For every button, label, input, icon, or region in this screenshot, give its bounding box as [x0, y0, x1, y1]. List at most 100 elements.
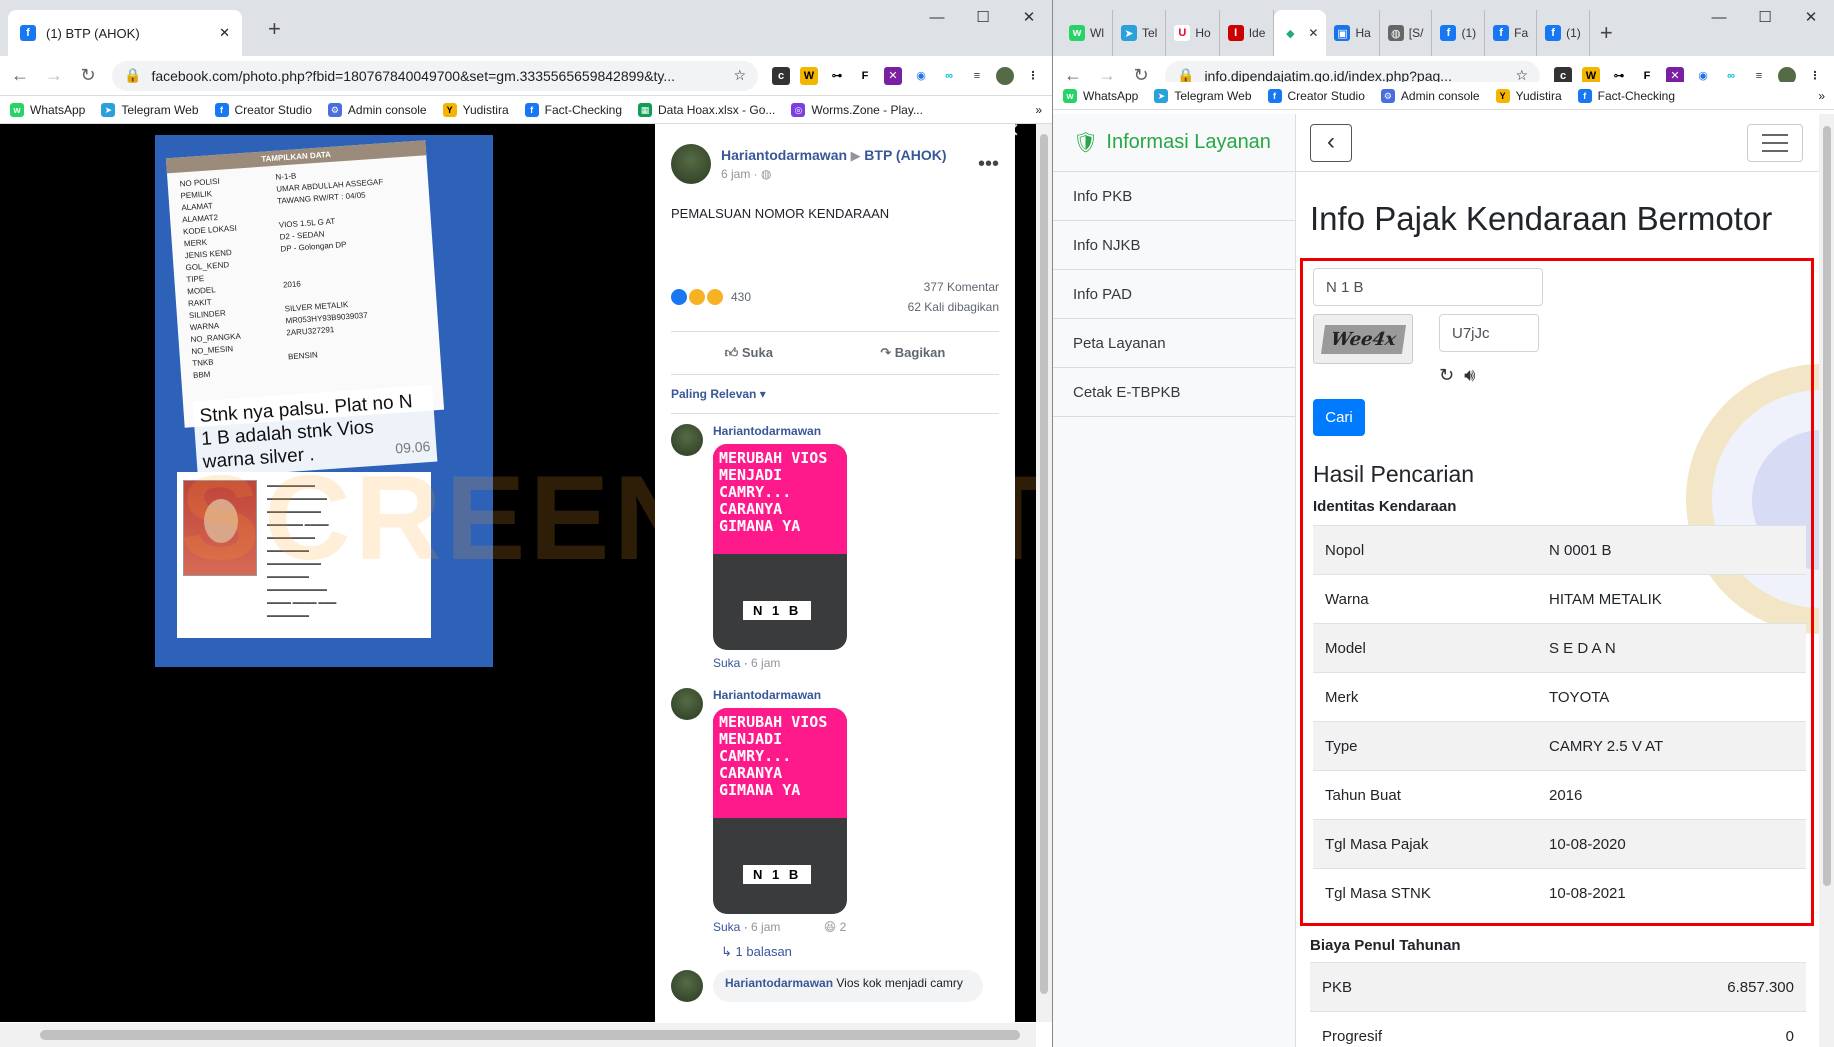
- sidebar-item-info-njkb[interactable]: Info NJKB: [1053, 221, 1295, 270]
- forward-icon[interactable]: →: [44, 65, 64, 86]
- commenter-avatar[interactable]: [671, 424, 703, 456]
- shared-photo[interactable]: TAMPILKAN DATA NO POLISI N-1-B PEMILIK UMAR…: [155, 135, 493, 667]
- sidebar-item-cetak-e-tbpkb[interactable]: Cetak E-TBPKB: [1053, 368, 1295, 417]
- tab[interactable]: w Wl: [1061, 10, 1113, 56]
- bookmark-creator-studio[interactable]: f Creator Studio: [1267, 88, 1365, 103]
- author-avatar[interactable]: [671, 144, 711, 184]
- tab[interactable]: ◍ [S/: [1380, 10, 1433, 56]
- reactions[interactable]: 430: [671, 277, 751, 317]
- bookmark-creator-studio[interactable]: f Creator Studio: [214, 102, 312, 117]
- tab[interactable]: f Fa: [1485, 10, 1538, 56]
- star-icon[interactable]: ☆: [733, 67, 746, 84]
- comment-count[interactable]: 377 Komentar: [908, 277, 999, 297]
- captcha-input[interactable]: U7jJc: [1439, 314, 1539, 352]
- more-bookmarks-icon[interactable]: »: [1818, 89, 1825, 103]
- sidebar-item-peta-layanan[interactable]: Peta Layanan: [1053, 319, 1295, 368]
- post-time[interactable]: 6 jam: [721, 167, 750, 181]
- extension-icon[interactable]: c: [772, 66, 790, 85]
- facebook-icon: f: [524, 102, 539, 117]
- bookmark-fact-checking[interactable]: f Fact-Checking: [1577, 88, 1675, 103]
- extension-icon[interactable]: ✕: [884, 66, 902, 85]
- like-button[interactable]: 👍︎ Suka: [725, 345, 773, 361]
- comment-sort-dropdown[interactable]: Paling Relevan ▾: [671, 387, 999, 414]
- comment-time[interactable]: 6 jam: [751, 656, 780, 670]
- tab[interactable]: U Ho: [1166, 10, 1220, 56]
- refresh-icon[interactable]: ↻: [1439, 365, 1454, 386]
- extension-icon[interactable]: ∞: [940, 66, 958, 85]
- menu-toggle-button[interactable]: [1747, 124, 1803, 162]
- new-tab-icon[interactable]: +: [268, 16, 281, 42]
- nopol-input[interactable]: N 1 B: [1313, 268, 1543, 306]
- post-group[interactable]: BTP (AHOK): [864, 147, 946, 163]
- close-tab-icon[interactable]: ✕: [219, 25, 230, 41]
- bookmark-telegram[interactable]: ➤ Telegram Web: [101, 102, 199, 117]
- extension-icon[interactable]: ◉: [912, 66, 930, 85]
- search-button[interactable]: Cari: [1313, 399, 1365, 436]
- bookmark-admin-console[interactable]: ⚙ Admin console: [327, 102, 427, 117]
- close-window-icon[interactable]: ✕: [1788, 8, 1834, 28]
- maximize-icon[interactable]: ☐: [960, 8, 1006, 28]
- bookmark-yudistira[interactable]: Y Yudistira: [1495, 88, 1562, 103]
- commenter-avatar[interactable]: [671, 970, 703, 1002]
- comment-like-link[interactable]: Suka: [713, 920, 740, 934]
- audio-speaker-icon[interactable]: 🔊︎: [1464, 365, 1475, 386]
- tab[interactable]: ➤ Tel: [1113, 10, 1167, 56]
- comment-meme-image[interactable]: MERUBAH VIOS MENJADI CAMRY... CARANYA GI…: [713, 444, 847, 650]
- commenter-name[interactable]: Hariantodarmawan: [725, 976, 833, 990]
- extension-icon[interactable]: ⊶: [828, 66, 846, 85]
- sidebar-item-info-pad[interactable]: Info PAD: [1053, 270, 1295, 319]
- row-label: Merk: [1325, 688, 1359, 706]
- bookmark-whatsapp[interactable]: w WhatsApp: [1063, 88, 1138, 103]
- close-window-icon[interactable]: ✕: [1006, 8, 1052, 28]
- post-author[interactable]: Hariantodarmawan: [721, 147, 847, 163]
- comment-like-link[interactable]: Suka: [713, 656, 740, 670]
- bookmark-whatsapp[interactable]: w WhatsApp: [10, 102, 85, 117]
- tab-active[interactable]: ◆ ✕: [1274, 10, 1327, 56]
- more-options-icon[interactable]: •••: [978, 153, 999, 176]
- address-bar[interactable]: 🔒 facebook.com/photo.php?fbid=1807678400…: [112, 60, 758, 91]
- scrollbar-thumb[interactable]: [1040, 134, 1048, 994]
- vertical-scrollbar[interactable]: [1819, 114, 1834, 1047]
- tab[interactable]: I Ide: [1220, 10, 1275, 56]
- maximize-icon[interactable]: ☐: [1742, 8, 1788, 28]
- scrollbar-thumb[interactable]: [1823, 126, 1831, 886]
- bookmark-telegram[interactable]: ➤ Telegram Web: [1154, 88, 1252, 103]
- bookmark-worms-zone[interactable]: ◎ Worms.Zone - Play...: [791, 102, 923, 117]
- minimize-icon[interactable]: —: [1696, 8, 1742, 28]
- page-icon: ▣: [1334, 25, 1351, 41]
- horizontal-scrollbar[interactable]: [0, 1023, 1036, 1047]
- back-icon[interactable]: ←: [10, 65, 30, 86]
- tab[interactable]: f (1): [1432, 10, 1486, 56]
- scrollbar-thumb[interactable]: [40, 1030, 1020, 1040]
- tab-btp-ahok[interactable]: f (1) BTP (AHOK) ✕: [8, 10, 242, 56]
- bookmark-data-hoax[interactable]: ▦ Data Hoax.xlsx - Go...: [638, 102, 775, 117]
- bookmark-yudistira[interactable]: Y Yudistira: [442, 102, 509, 117]
- more-bookmarks-icon[interactable]: »: [1035, 103, 1042, 117]
- extension-icon[interactable]: W: [800, 66, 818, 85]
- commenter-avatar[interactable]: [671, 688, 703, 720]
- commenter-name[interactable]: Hariantodarmawan: [713, 424, 847, 438]
- vertical-scrollbar[interactable]: [1036, 124, 1052, 1022]
- share-count[interactable]: 62 Kali dibagikan: [908, 297, 999, 317]
- close-tab-icon[interactable]: ✕: [1308, 26, 1318, 40]
- reload-icon[interactable]: ↻: [78, 65, 98, 86]
- comment-time[interactable]: 6 jam: [751, 920, 780, 934]
- tab[interactable]: f (1): [1537, 10, 1590, 56]
- minimize-icon[interactable]: —: [914, 8, 960, 28]
- new-tab-icon[interactable]: +: [1600, 20, 1613, 46]
- profile-avatar-icon[interactable]: [996, 66, 1014, 85]
- brand[interactable]: 🛡︎ Informasi Layanan: [1053, 114, 1295, 172]
- bookmark-admin-console[interactable]: ⚙ Admin console: [1380, 88, 1480, 103]
- comment-reaction[interactable]: 😆︎ 2: [824, 920, 847, 934]
- sidebar-item-info-pkb[interactable]: Info PKB: [1053, 172, 1295, 221]
- extension-icon[interactable]: F: [856, 66, 874, 85]
- commenter-name[interactable]: Hariantodarmawan: [713, 688, 847, 702]
- view-replies-link[interactable]: ↳ 1 balasan: [721, 944, 999, 960]
- menu-dots-icon[interactable]: ⋮: [1024, 66, 1042, 85]
- bookmark-fact-checking[interactable]: f Fact-Checking: [524, 102, 622, 117]
- comment-meme-image[interactable]: MERUBAH VIOS MENJADI CAMRY... CARANYA GI…: [713, 708, 847, 914]
- tab[interactable]: ▣ Ha: [1326, 10, 1380, 56]
- back-button[interactable]: ‹: [1310, 124, 1352, 162]
- share-button[interactable]: ↷ Bagikan: [880, 345, 945, 361]
- media-icon[interactable]: ≡: [968, 66, 986, 85]
